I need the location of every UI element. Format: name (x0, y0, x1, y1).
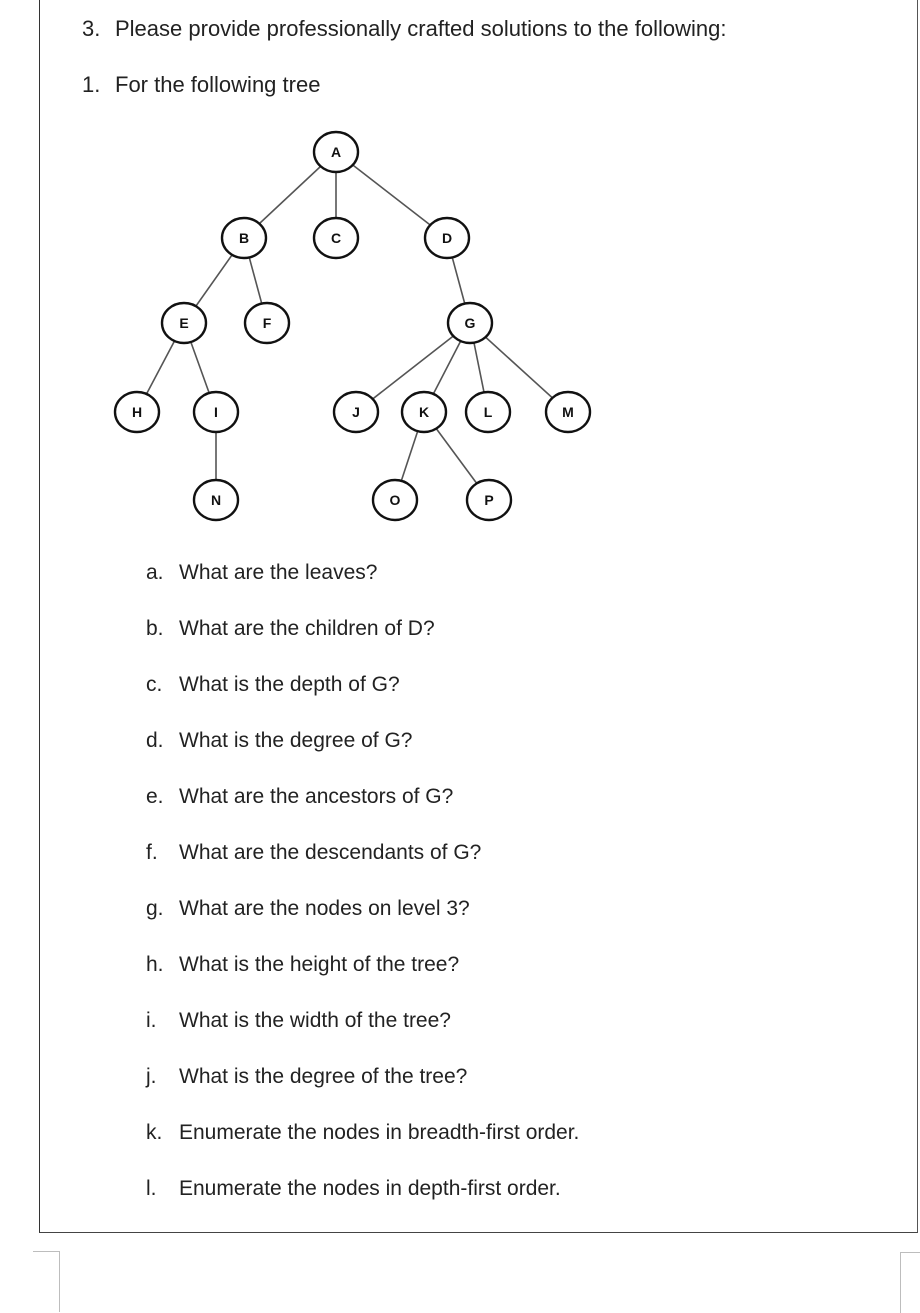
question-item: a. What are the leaves? (146, 561, 378, 584)
question-item: c. What is the depth of G? (146, 673, 400, 696)
tree-node-label: F (263, 315, 272, 331)
tree-node-p: P (465, 478, 513, 522)
question-list: a. What are the leaves? b. What are the ch… (146, 560, 579, 1232)
question-item: e. What are the ancestors of G? (146, 785, 454, 808)
question-item: k. Enumerate the nodes in breadth-first o… (146, 1121, 580, 1144)
tree-node-l: L (464, 390, 512, 434)
tree-node-a: A (312, 130, 360, 174)
tree-node-k: K (400, 390, 448, 434)
tree-node-label: E (179, 315, 188, 331)
question-item: h. What is the height of the tree? (146, 953, 460, 976)
tree-node-label: K (419, 404, 429, 420)
tree-node-label: N (211, 492, 221, 508)
tree-node-c: C (312, 216, 360, 260)
tree-node-i: I (192, 390, 240, 434)
question-item: l. Enumerate the nodes in depth-first ord… (146, 1177, 561, 1200)
tree-node-b: B (220, 216, 268, 260)
tree-node-d: D (423, 216, 471, 260)
tree-node-label: L (484, 404, 493, 420)
tree-node-label: J (352, 404, 360, 420)
question-item: g. What are the nodes on level 3? (146, 897, 470, 920)
tree-node-h: H (113, 390, 161, 434)
next-page-corner-right (900, 1252, 920, 1313)
next-page-corner-left (33, 1251, 60, 1312)
tree-node-label: H (132, 404, 142, 420)
tree-diagram: A B C D E F G H I J K L M N O P (113, 130, 592, 522)
tree-node-g: G (446, 301, 494, 345)
tree-node-f: F (243, 301, 291, 345)
tree-node-label: D (442, 230, 452, 246)
question-item: i. What is the width of the tree? (146, 1009, 451, 1032)
tree-node-e: E (160, 301, 208, 345)
question-item: j. What is the degree of the tree? (146, 1065, 468, 1088)
tree-node-o: O (371, 478, 419, 522)
question-item: b. What are the children of D? (146, 617, 435, 640)
tree-node-n: N (192, 478, 240, 522)
tree-node-m: M (544, 390, 592, 434)
tree-node-label: C (331, 230, 341, 246)
question-item: d. What is the degree of G? (146, 729, 413, 752)
question-item: f. What are the descendants of G? (146, 841, 482, 864)
tree-node-label: M (562, 404, 574, 420)
tree-node-label: O (390, 492, 401, 508)
tree-node-label: G (465, 315, 476, 331)
tree-node-label: I (214, 404, 218, 420)
tree-node-label: A (331, 144, 341, 160)
tree-nodes: A B C D E F G H I J K L M N O P (113, 130, 592, 522)
tree-node-label: B (239, 230, 249, 246)
tree-node-label: P (484, 492, 493, 508)
tree-node-j: J (332, 390, 380, 434)
